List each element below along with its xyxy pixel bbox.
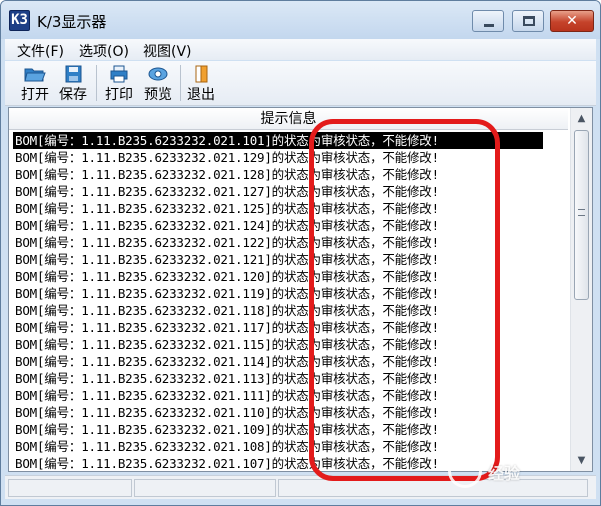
message-list-panel: 提示信息 BOM[编号：1.11.B235.6233232.021.101]的状…	[8, 107, 593, 472]
list-row[interactable]: BOM[编号：1.11.B235.6233232.021.101]的状态为审核状…	[13, 132, 543, 149]
minimize-button[interactable]	[472, 10, 504, 32]
scrollbar-thumb[interactable]	[574, 130, 589, 300]
list-row[interactable]: BOM[编号：1.11.B235.6233232.021.113]的状态为审核状…	[13, 370, 568, 387]
maximize-button[interactable]	[512, 10, 544, 32]
list-row[interactable]: BOM[编号：1.11.B235.6233232.021.117]的状态为审核状…	[13, 319, 568, 336]
menu-options[interactable]: 选项(O)	[75, 41, 133, 61]
status-pane	[8, 479, 132, 497]
print-button[interactable]: 打印	[99, 63, 139, 105]
save-label: 保存	[59, 87, 87, 103]
grip-icon	[578, 209, 585, 216]
list-row[interactable]: BOM[编号：1.11.B235.6233232.021.129]的状态为审核状…	[13, 149, 568, 166]
floppy-disk-icon	[65, 65, 82, 83]
list-row[interactable]: BOM[编号：1.11.B235.6233232.021.122]的状态为审核状…	[13, 234, 568, 251]
toolbar-separator	[96, 65, 97, 101]
list-row[interactable]: BOM[编号：1.11.B235.6233232.021.109]的状态为审核状…	[13, 421, 568, 438]
list-row[interactable]: BOM[编号：1.11.B235.6233232.021.127]的状态为审核状…	[13, 183, 568, 200]
list-row[interactable]: BOM[编号：1.11.B235.6233232.021.120]的状态为审核状…	[13, 268, 568, 285]
column-header-message[interactable]: 提示信息	[9, 108, 568, 130]
maximize-icon	[523, 16, 535, 26]
scroll-up-icon[interactable]: ▲	[572, 109, 591, 128]
status-bar	[5, 475, 596, 499]
list-row[interactable]: BOM[编号：1.11.B235.6233232.021.119]的状态为审核状…	[13, 285, 568, 302]
list-row[interactable]: BOM[编号：1.11.B235.6233232.021.128]的状态为审核状…	[13, 166, 568, 183]
message-list: BOM[编号：1.11.B235.6233232.021.101]的状态为审核状…	[13, 132, 568, 472]
window-title: K/3显示器	[37, 13, 107, 31]
app-window: K3 K/3显示器 ✕ 文件(F) 选项(O) 视图(V) 打开 保存 打印 预…	[0, 0, 601, 506]
close-icon: ✕	[566, 13, 578, 29]
status-pane	[278, 479, 588, 497]
list-row[interactable]: BOM[编号：1.11.B235.6233232.021.115]的状态为审核状…	[13, 336, 568, 353]
minimize-icon	[484, 24, 494, 27]
print-label: 打印	[105, 87, 133, 103]
exit-label: 退出	[187, 87, 215, 103]
list-row[interactable]: BOM[编号：1.11.B235.6233232.021.125]的状态为审核状…	[13, 200, 568, 217]
list-row[interactable]: BOM[编号：1.11.B235.6233232.021.108]的状态为审核状…	[13, 438, 568, 455]
exit-button[interactable]: 退出	[181, 63, 221, 105]
eye-preview-icon	[148, 67, 168, 81]
folder-open-icon	[24, 68, 46, 82]
list-row[interactable]: BOM[编号：1.11.B235.6233232.021.118]的状态为审核状…	[13, 302, 568, 319]
list-row[interactable]: BOM[编号：1.11.B235.6233232.021.114]的状态为审核状…	[13, 353, 568, 370]
open-button[interactable]: 打开	[15, 63, 55, 105]
menu-view[interactable]: 视图(V)	[139, 41, 196, 61]
list-row[interactable]: BOM[编号：1.11.B235.6233232.021.111]的状态为审核状…	[13, 387, 568, 404]
list-row[interactable]: BOM[编号：1.11.B235.6233232.021.124]的状态为审核状…	[13, 217, 568, 234]
open-label: 打开	[21, 87, 49, 103]
save-button[interactable]: 保存	[53, 63, 93, 105]
scroll-down-icon[interactable]: ▼	[572, 451, 591, 470]
menu-file[interactable]: 文件(F)	[13, 41, 68, 61]
vertical-scrollbar[interactable]: ▲ ▼	[570, 108, 592, 471]
close-button[interactable]: ✕	[550, 10, 594, 32]
preview-button[interactable]: 预览	[138, 63, 178, 105]
list-row[interactable]: BOM[编号：1.11.B235.6233232.021.110]的状态为审核状…	[13, 404, 568, 421]
status-pane	[134, 479, 276, 497]
list-row[interactable]: BOM[编号：1.11.B235.6233232.021.107]的状态为审核状…	[13, 455, 568, 472]
menu-bar: 文件(F) 选项(O) 视图(V)	[5, 39, 596, 60]
toolbar: 打开 保存 打印 预览 退出	[5, 61, 596, 106]
preview-label: 预览	[144, 87, 172, 103]
list-row[interactable]: BOM[编号：1.11.B235.6233232.021.121]的状态为审核状…	[13, 251, 568, 268]
printer-icon	[110, 65, 128, 83]
app-logo-icon: K3	[9, 10, 30, 31]
exit-door-icon	[195, 65, 208, 83]
title-bar[interactable]: K3 K/3显示器 ✕	[1, 1, 600, 39]
